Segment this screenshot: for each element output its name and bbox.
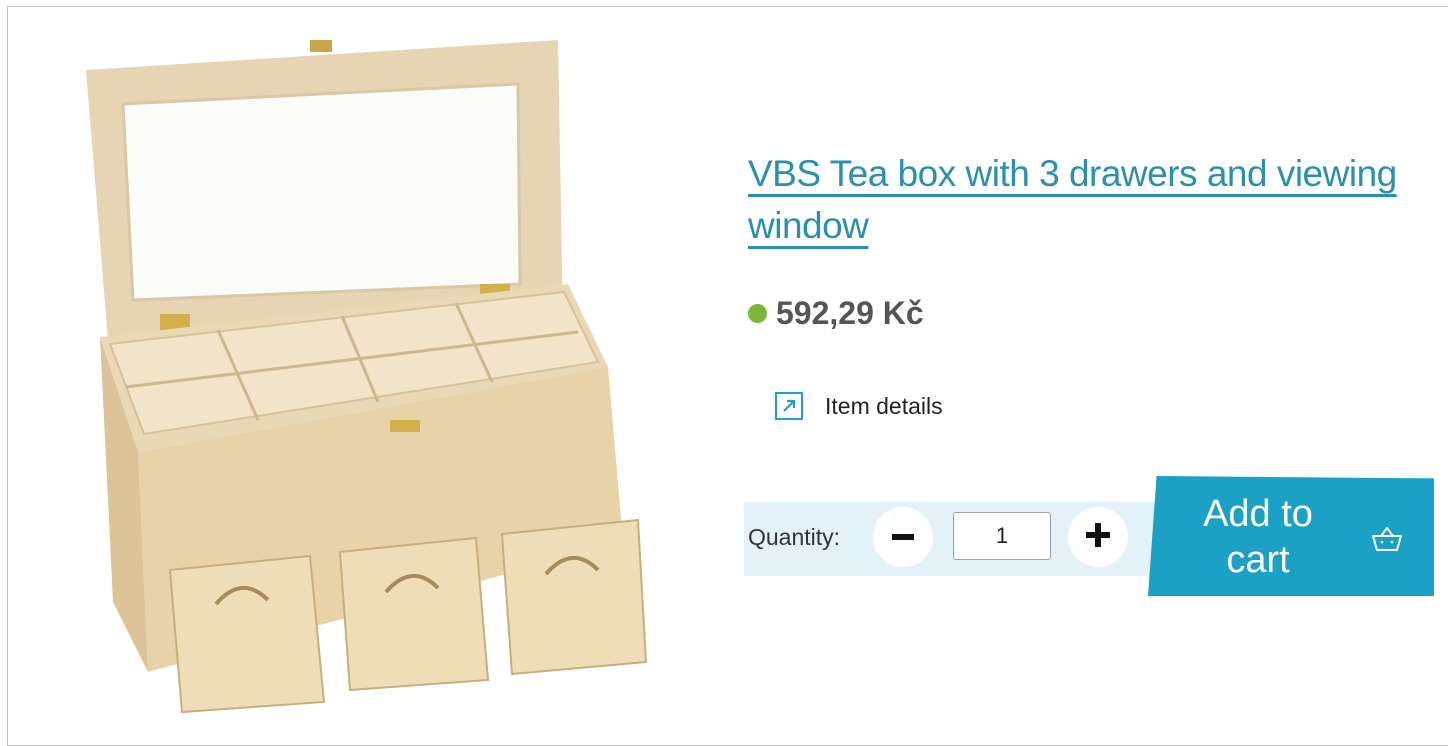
add-to-cart-button[interactable]: Add to cart: [1148, 476, 1434, 596]
external-link-icon: [775, 392, 803, 420]
quantity-input[interactable]: [953, 512, 1051, 560]
item-details-label: Item details: [825, 392, 943, 419]
product-image[interactable]: [78, 22, 678, 722]
product-title-link[interactable]: VBS Tea box with 3 drawers and viewing w…: [748, 148, 1438, 252]
add-to-cart-label: Add to cart: [1203, 493, 1313, 581]
item-details-link[interactable]: Item details: [775, 392, 943, 420]
minus-icon: [892, 528, 914, 546]
product-price: 592,29 Kč: [776, 295, 924, 331]
quantity-increase-button[interactable]: [1068, 507, 1128, 567]
quantity-label: Quantity:: [748, 524, 841, 550]
price-row: 592,29 Kč: [748, 295, 924, 332]
basket-icon: [1371, 525, 1403, 558]
plus-icon: [1086, 522, 1110, 552]
quantity-decrease-button[interactable]: [873, 507, 933, 567]
stock-status-dot: [748, 304, 767, 323]
